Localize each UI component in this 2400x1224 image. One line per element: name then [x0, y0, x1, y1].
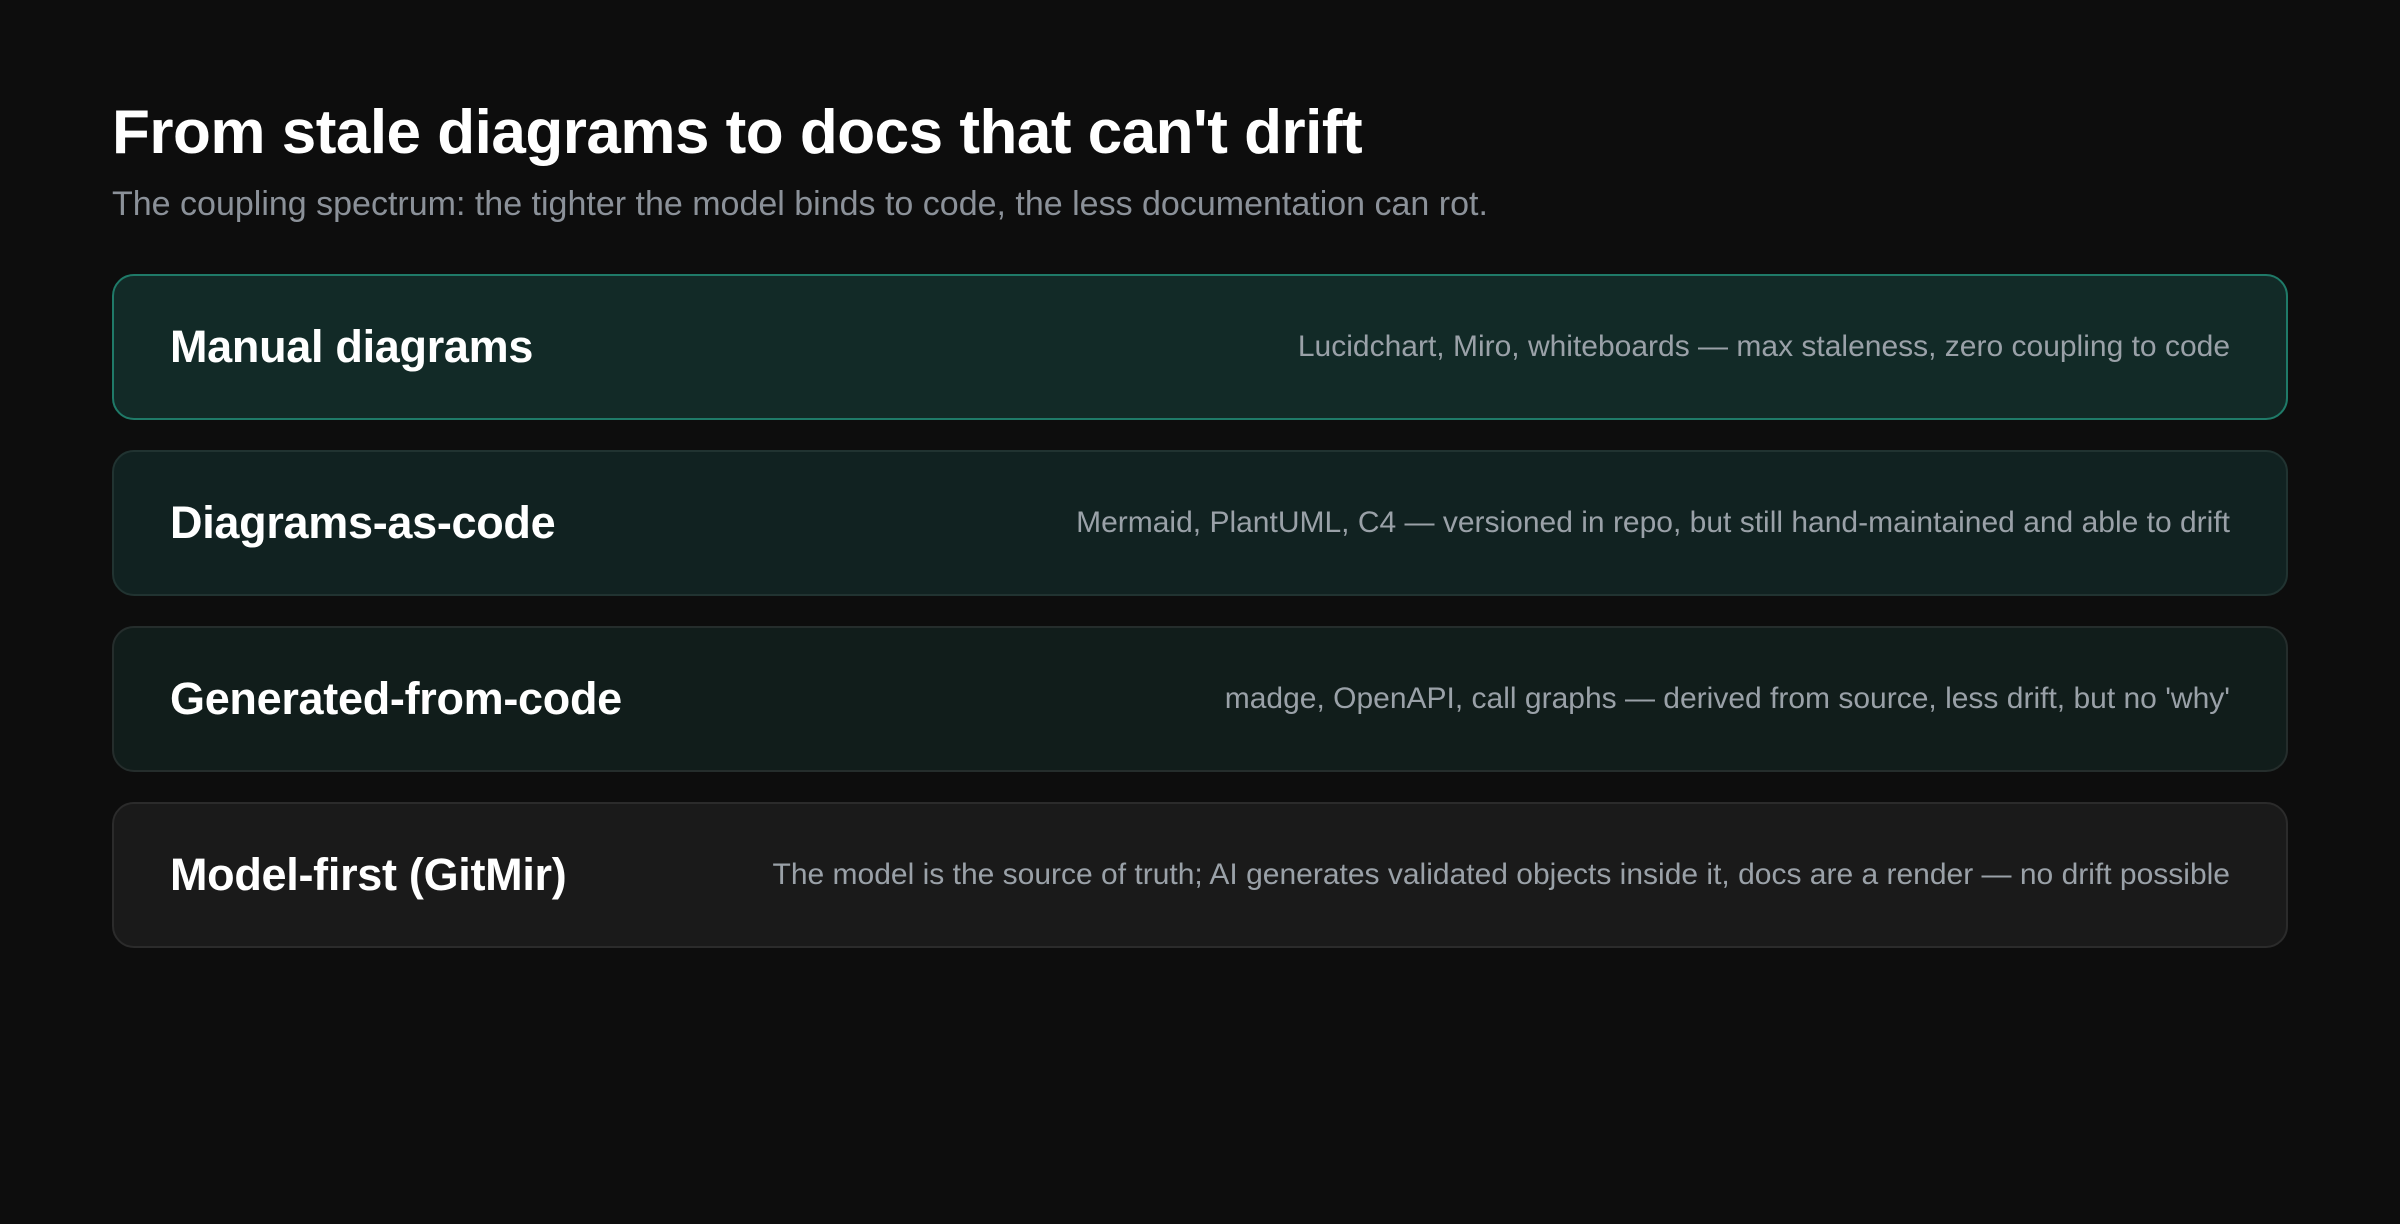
tier-description: The model is the source of truth; AI gen… — [772, 858, 2230, 891]
tier-description: Mermaid, PlantUML, C4 — versioned in rep… — [1076, 506, 2230, 539]
tier-generated-from-code: Generated-from-code madge, OpenAPI, call… — [112, 626, 2288, 772]
tier-model-first: Model-first (GitMir) The model is the so… — [112, 802, 2288, 948]
tier-description: Lucidchart, Miro, whiteboards — max stal… — [1297, 330, 2230, 363]
page-subtitle: The coupling spectrum: the tighter the m… — [112, 185, 1488, 223]
tier-diagrams-as-code: Diagrams-as-code Mermaid, PlantUML, C4 —… — [112, 450, 2288, 596]
tier-manual-diagrams: Manual diagrams Lucidchart, Miro, whiteb… — [112, 274, 2288, 420]
page-title: From stale diagrams to docs that can't d… — [112, 98, 1363, 167]
tier-name: Diagrams-as-code — [170, 497, 556, 548]
tier-name: Manual diagrams — [170, 321, 534, 372]
coupling-spectrum: Manual diagrams Lucidchart, Miro, whiteb… — [112, 274, 2288, 948]
tier-name: Model-first (GitMir) — [170, 849, 567, 900]
slide: From stale diagrams to docs that can't d… — [0, 0, 2400, 1224]
tier-description: madge, OpenAPI, call graphs — derived fr… — [1224, 682, 2230, 715]
tier-name: Generated-from-code — [170, 673, 622, 724]
